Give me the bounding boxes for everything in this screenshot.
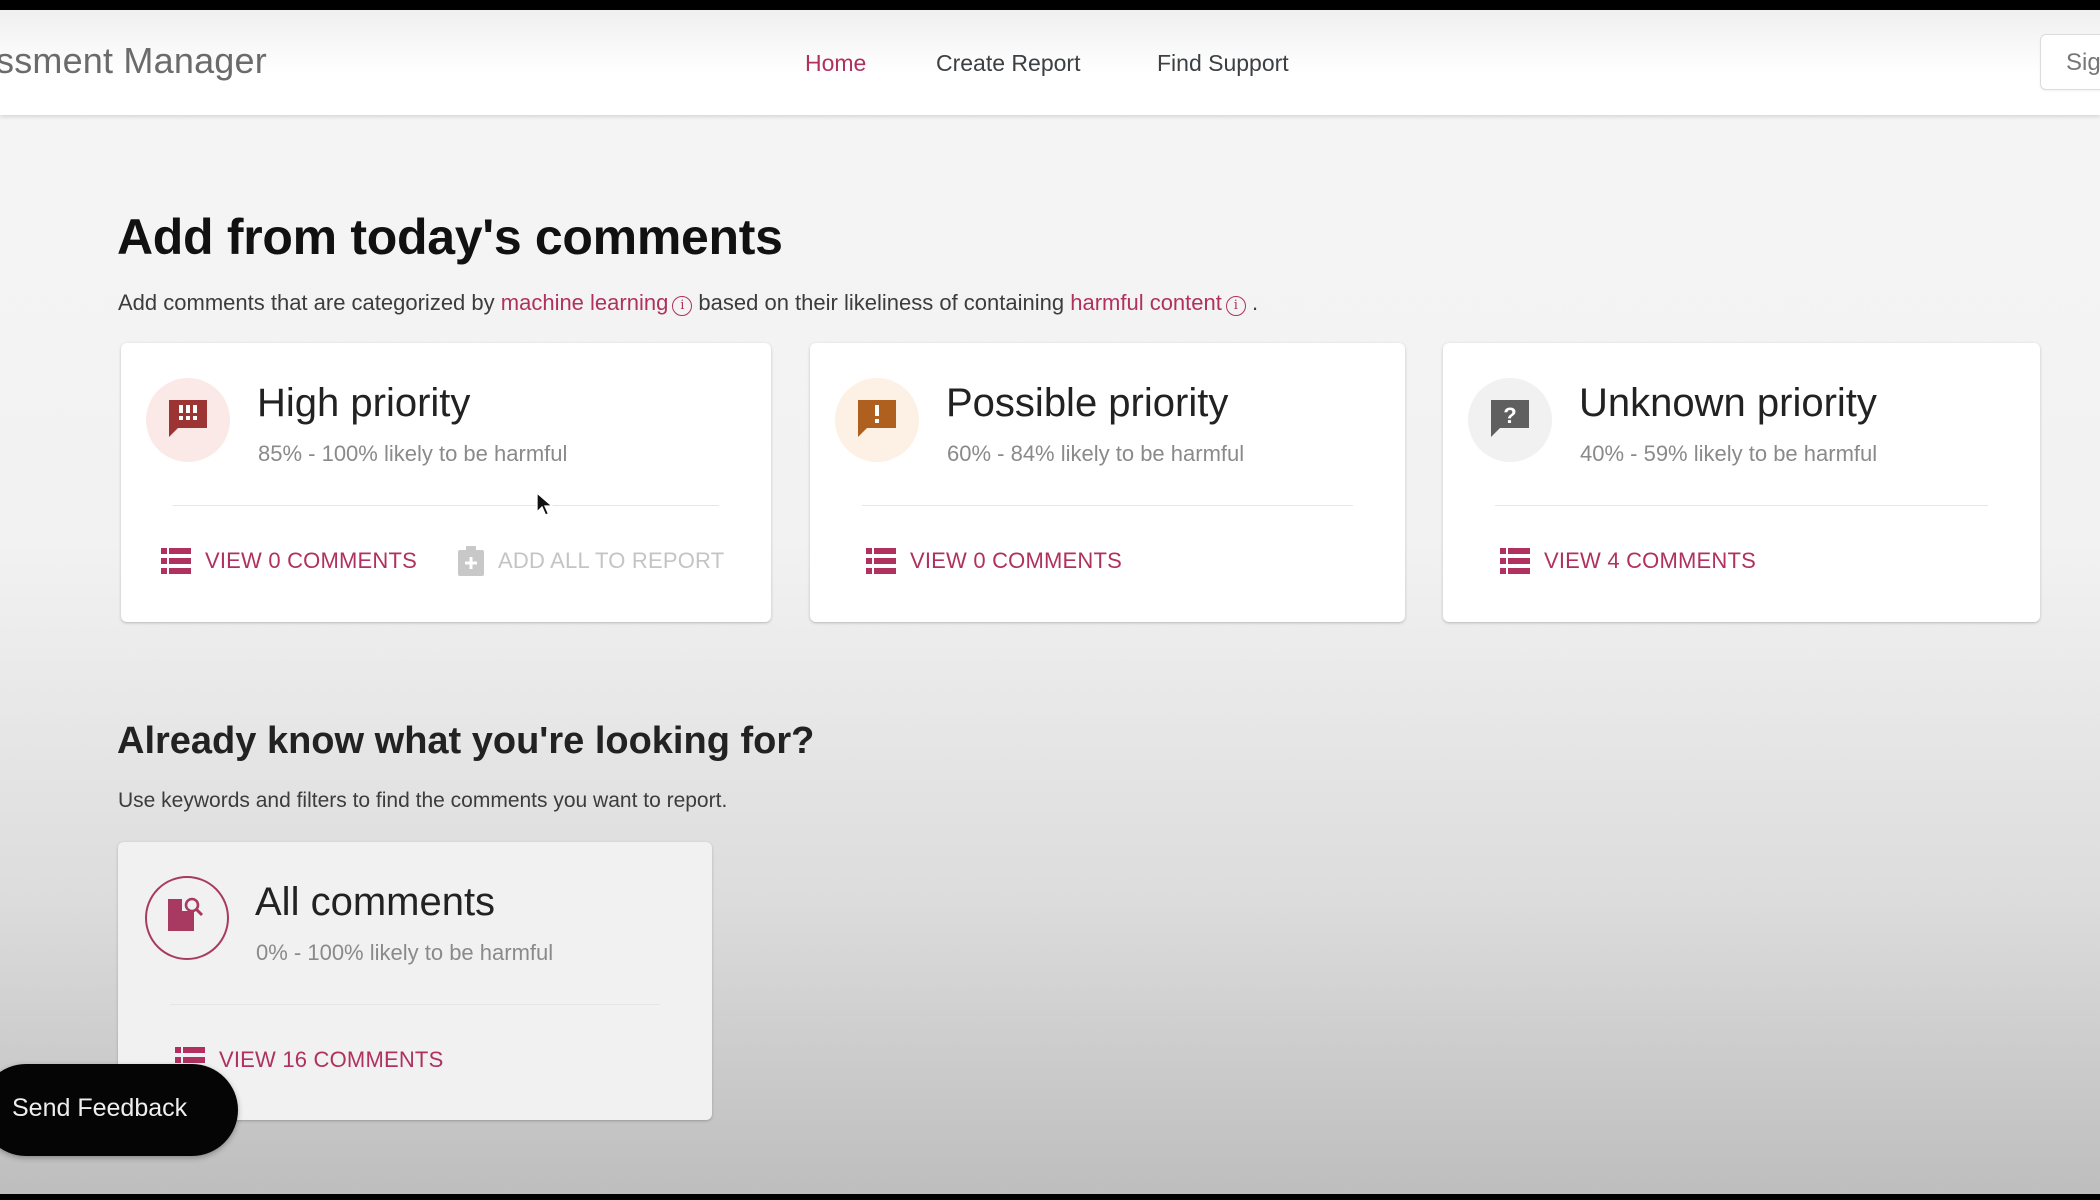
unknown-priority-icon-badge: ? — [1468, 378, 1552, 462]
desc-prefix: Add comments that are categorized by — [118, 290, 501, 315]
section-description-today: Add comments that are categorized by mac… — [118, 290, 1258, 316]
section-heading-search: Already know what you're looking for? — [117, 720, 815, 762]
machine-learning-link[interactable]: machine learning — [501, 290, 669, 315]
comment-alert-icon — [858, 400, 896, 437]
comment-alert-multiple-icon — [169, 400, 207, 437]
screen-top-bar — [0, 0, 2100, 10]
view-comments-label: VIEW 4 COMMENTS — [1544, 548, 1757, 573]
nav-create-report[interactable]: Create Report — [936, 50, 1080, 77]
desc-suffix: . — [1245, 290, 1259, 315]
view-comments-button[interactable]: VIEW 0 COMMENTS — [161, 545, 417, 577]
card-divider — [862, 505, 1353, 506]
screen-bottom-bar — [0, 1194, 2100, 1200]
main-nav: Home Create Report Find Support — [0, 50, 2100, 90]
view-comments-label: VIEW 0 COMMENTS — [205, 548, 418, 573]
sign-in-button[interactable]: Sig — [2040, 34, 2100, 90]
document-search-icon — [168, 897, 204, 931]
view-comments-label: VIEW 0 COMMENTS — [910, 548, 1123, 573]
card-title: High priority — [257, 381, 471, 425]
card-divider — [1495, 505, 1988, 506]
unknown-priority-card: ? Unknown priority 40% - 59% likely to b… — [1443, 343, 2040, 622]
high-priority-card: High priority 85% - 100% likely to be ha… — [121, 343, 771, 622]
view-comments-label: VIEW 16 COMMENTS — [219, 1047, 444, 1072]
card-subtitle: 40% - 59% likely to be harmful — [1580, 441, 1878, 466]
high-priority-icon-badge — [146, 378, 230, 462]
all-comments-icon-badge — [145, 876, 229, 960]
app-header: ssment Manager Home Create Report Find S… — [0, 10, 2100, 115]
send-feedback-button[interactable]: Send Feedback — [0, 1064, 238, 1156]
nav-find-support[interactable]: Find Support — [1157, 50, 1289, 77]
clipboard-plus-icon — [458, 546, 484, 576]
info-icon[interactable]: i — [1225, 296, 1246, 316]
list-icon — [1500, 548, 1530, 574]
svg-text:?: ? — [1503, 403, 1516, 428]
add-all-to-report-button[interactable]: ADD ALL TO REPORT — [458, 545, 724, 577]
card-divider — [173, 505, 719, 506]
comment-question-icon: ? — [1491, 400, 1529, 437]
card-subtitle: 0% - 100% likely to be harmful — [256, 940, 554, 965]
nav-home[interactable]: Home — [805, 50, 866, 77]
possible-priority-icon-badge — [835, 378, 919, 462]
desc-middle: based on their likeliness of containing — [692, 290, 1071, 315]
card-title: All comments — [255, 880, 496, 924]
list-icon — [866, 548, 896, 574]
section-heading-today: Add from today's comments — [117, 209, 783, 265]
view-comments-button[interactable]: VIEW 4 COMMENTS — [1500, 545, 1756, 577]
list-icon — [161, 548, 191, 574]
card-title: Unknown priority — [1579, 381, 1877, 425]
card-subtitle: 85% - 100% likely to be harmful — [258, 441, 568, 466]
card-divider — [170, 1004, 660, 1005]
mouse-cursor-icon — [536, 492, 554, 516]
card-title: Possible priority — [946, 381, 1229, 425]
info-icon[interactable]: i — [672, 296, 693, 316]
section-description-search: Use keywords and filters to find the com… — [118, 789, 728, 812]
card-subtitle: 60% - 84% likely to be harmful — [947, 441, 1245, 466]
possible-priority-card: Possible priority 60% - 84% likely to be… — [810, 343, 1405, 622]
add-all-label: ADD ALL TO REPORT — [498, 548, 725, 573]
harmful-content-link[interactable]: harmful content — [1070, 290, 1222, 315]
view-comments-button[interactable]: VIEW 0 COMMENTS — [866, 545, 1122, 577]
